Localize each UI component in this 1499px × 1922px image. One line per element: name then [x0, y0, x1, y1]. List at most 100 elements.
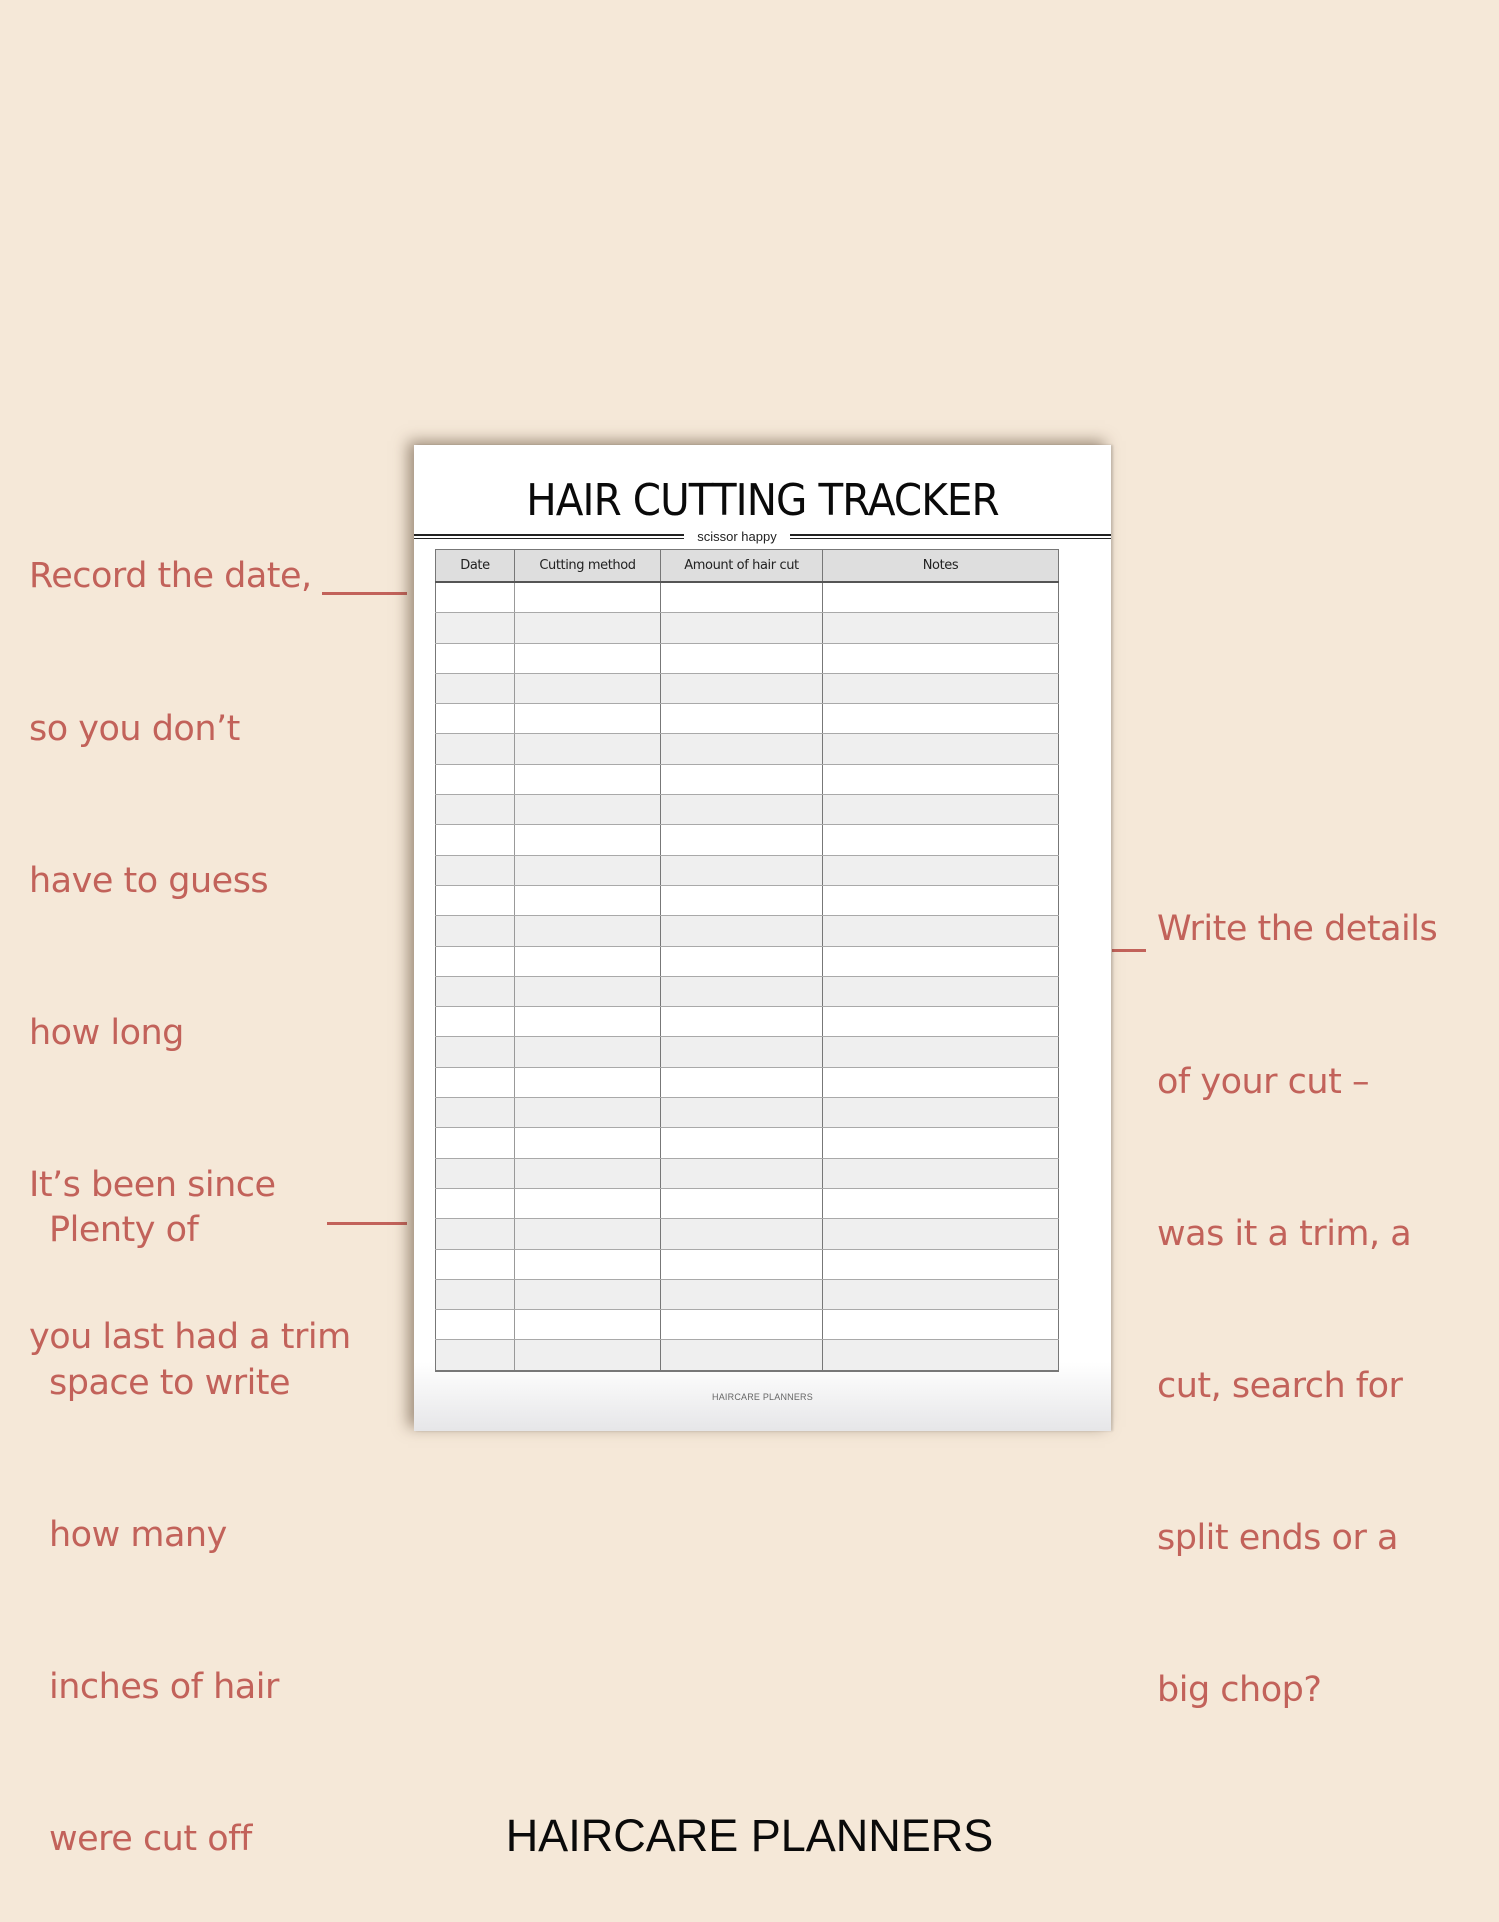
cutting-method-cell — [514, 582, 661, 614]
amount-cell — [660, 1097, 823, 1129]
notes-cell — [822, 1218, 1059, 1250]
page-footer: HAIRCARE PLANNERS — [712, 1392, 813, 1402]
table-row — [435, 915, 1059, 947]
date-cell — [435, 1188, 515, 1220]
cutting-method-cell — [514, 794, 661, 826]
cutting-method-cell — [514, 976, 661, 1008]
amount-cell — [660, 733, 823, 765]
annotation-line: Plenty of — [49, 1210, 199, 1251]
cutting-method-cell — [514, 612, 661, 644]
date-cell — [435, 794, 515, 826]
notes-cell — [822, 1097, 1059, 1129]
table-row — [435, 582, 1059, 614]
amount-cell — [660, 1067, 823, 1099]
title-rule-right — [790, 534, 1111, 539]
annotation-line: Write the details — [1157, 909, 1438, 950]
date-cell — [435, 1309, 515, 1341]
amount-cell — [660, 1218, 823, 1250]
notes-cell — [822, 582, 1059, 614]
date-cell — [435, 1249, 515, 1280]
table-row — [435, 1339, 1059, 1372]
tracker-table: Date Cutting method Amount of hair cut N… — [435, 549, 1059, 1372]
amount-cell — [660, 915, 823, 947]
date-cell — [435, 1097, 515, 1129]
cutting-method-cell — [514, 1067, 661, 1099]
page-title: HAIR CUTTING TRACKER — [526, 475, 999, 526]
table-row — [435, 1249, 1059, 1280]
table-row — [435, 855, 1059, 886]
cutting-method-cell — [514, 1339, 661, 1372]
table-row — [435, 703, 1059, 735]
amount-cell — [660, 885, 823, 917]
date-cell — [435, 824, 515, 856]
date-cell — [435, 1127, 515, 1159]
notes-cell — [822, 643, 1059, 674]
cutting-method-cell — [514, 1036, 661, 1068]
details-annotation-connector — [1112, 949, 1146, 952]
amount-cell — [660, 1036, 823, 1068]
table-row — [435, 764, 1059, 796]
amount-cell — [660, 855, 823, 886]
table-body — [435, 582, 1059, 1372]
annotation-line: of your cut – — [1157, 1061, 1369, 1102]
date-cell — [435, 764, 515, 796]
cutting-method-cell — [514, 1218, 661, 1250]
cutting-method-cell — [514, 764, 661, 796]
amount-annotation: Plenty of space to write how many inches… — [49, 1104, 291, 1915]
table-row — [435, 1158, 1059, 1189]
notes-cell — [822, 733, 1059, 765]
title-rule-left — [414, 534, 684, 539]
table-row — [435, 643, 1059, 674]
notes-cell — [822, 824, 1059, 856]
notes-cell — [822, 915, 1059, 947]
notes-cell — [822, 855, 1059, 886]
annotation-line: big chop? — [1157, 1669, 1322, 1710]
date-cell — [435, 673, 515, 705]
notes-cell — [822, 1067, 1059, 1099]
amount-cell — [660, 612, 823, 644]
cutting-method-cell — [514, 1249, 661, 1280]
cutting-method-cell — [514, 885, 661, 917]
notes-cell — [822, 1188, 1059, 1220]
annotation-line: how many — [49, 1514, 227, 1555]
amount-cell — [660, 794, 823, 826]
brand-caption: HAIRCARE PLANNERS — [505, 1810, 994, 1861]
amount-cell — [660, 1158, 823, 1189]
table-row — [435, 1309, 1059, 1341]
amount-cell — [660, 824, 823, 856]
cutting-method-cell — [514, 1188, 661, 1220]
table-row — [435, 976, 1059, 1008]
annotation-line: cut, search for — [1157, 1365, 1403, 1406]
details-annotation: Write the details of your cut – was it a… — [1157, 803, 1438, 1766]
date-cell — [435, 885, 515, 917]
notes-cell — [822, 673, 1059, 705]
cutting-method-cell — [514, 733, 661, 765]
date-cell — [435, 1218, 515, 1250]
table-row — [435, 1036, 1059, 1068]
cutting-method-cell — [514, 1097, 661, 1129]
amount-annotation-connector — [327, 1222, 407, 1225]
annotation-line: Record the date, — [29, 556, 312, 597]
date-annotation-connector — [322, 592, 407, 595]
date-cell — [435, 976, 515, 1008]
notes-cell — [822, 703, 1059, 735]
date-cell — [435, 612, 515, 644]
table-row — [435, 1127, 1059, 1159]
date-cell — [435, 703, 515, 735]
table-row — [435, 1188, 1059, 1220]
table-row — [435, 612, 1059, 644]
amount-cell — [660, 1127, 823, 1159]
column-header-cutting-method: Cutting method — [514, 549, 661, 583]
annotation-line: was it a trim, a — [1157, 1213, 1412, 1254]
amount-cell — [660, 703, 823, 735]
amount-cell — [660, 1006, 823, 1038]
date-cell — [435, 1339, 515, 1372]
date-cell — [435, 643, 515, 674]
table-row — [435, 885, 1059, 917]
table-row — [435, 1279, 1059, 1311]
cutting-method-cell — [514, 1279, 661, 1311]
notes-cell — [822, 1249, 1059, 1280]
annotation-line: so you don’t — [29, 708, 240, 749]
table-header-row: Date Cutting method Amount of hair cut N… — [435, 549, 1059, 583]
cutting-method-cell — [514, 1158, 661, 1189]
